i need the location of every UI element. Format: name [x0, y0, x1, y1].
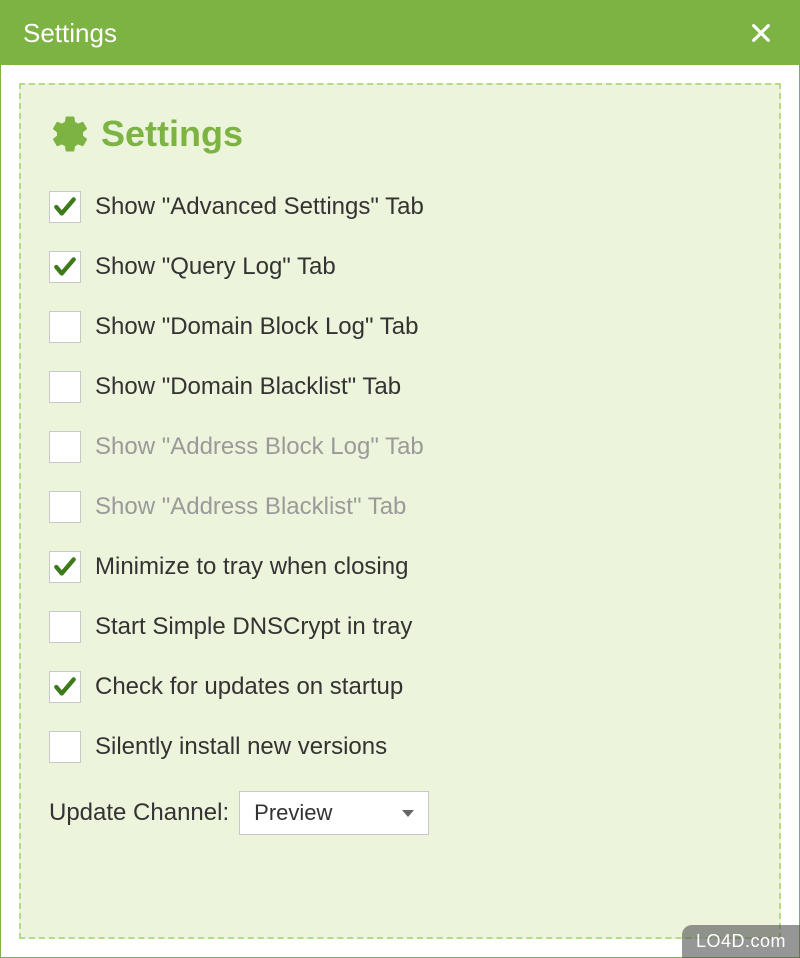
checkbox-minimize-tray[interactable] [49, 551, 81, 583]
setting-label: Check for updates on startup [95, 673, 403, 701]
checkmark-icon [52, 554, 78, 580]
setting-row: Show "Query Log" Tab [49, 237, 751, 297]
update-channel-dropdown[interactable]: Preview [239, 791, 429, 835]
checkbox-start-in-tray[interactable] [49, 611, 81, 643]
update-channel-row: Update Channel: Preview [49, 777, 751, 835]
checkbox-silent-install[interactable] [49, 731, 81, 763]
setting-row: Check for updates on startup [49, 657, 751, 717]
settings-list: Show "Advanced Settings" Tab Show "Query … [49, 177, 751, 777]
checkbox-query-log[interactable] [49, 251, 81, 283]
section-header: Settings [49, 113, 751, 155]
checkbox-address-block-log [49, 431, 81, 463]
setting-row: Silently install new versions [49, 717, 751, 777]
setting-label: Show "Query Log" Tab [95, 253, 336, 281]
update-channel-value: Preview [254, 800, 332, 826]
checkmark-icon [52, 674, 78, 700]
setting-label: Show "Domain Block Log" Tab [95, 313, 418, 341]
setting-row: Show "Address Blacklist" Tab [49, 477, 751, 537]
window-title: Settings [23, 18, 117, 49]
setting-row: Start Simple DNSCrypt in tray [49, 597, 751, 657]
setting-label: Show "Address Blacklist" Tab [95, 493, 406, 521]
gear-icon [49, 113, 91, 155]
checkbox-domain-block-log[interactable] [49, 311, 81, 343]
checkmark-icon [52, 194, 78, 220]
close-button[interactable] [745, 17, 777, 49]
setting-label: Start Simple DNSCrypt in tray [95, 613, 412, 641]
chevron-down-icon [402, 810, 414, 817]
setting-row: Show "Address Block Log" Tab [49, 417, 751, 477]
checkbox-check-updates[interactable] [49, 671, 81, 703]
setting-label: Silently install new versions [95, 733, 387, 761]
setting-label: Show "Address Block Log" Tab [95, 433, 424, 461]
settings-panel: Settings Show "Advanced Settings" TabSho… [19, 83, 781, 939]
section-title: Settings [101, 113, 243, 155]
titlebar: Settings [1, 1, 799, 65]
setting-row: Show "Domain Blacklist" Tab [49, 357, 751, 417]
setting-label: Show "Domain Blacklist" Tab [95, 373, 401, 401]
checkmark-icon [52, 254, 78, 280]
settings-window: Settings Settings Show "Advanced Setting… [0, 0, 800, 958]
setting-row: Show "Advanced Settings" Tab [49, 177, 751, 237]
checkbox-domain-blacklist[interactable] [49, 371, 81, 403]
close-icon [750, 22, 772, 44]
setting-row: Show "Domain Block Log" Tab [49, 297, 751, 357]
content-area: Settings Show "Advanced Settings" TabSho… [1, 65, 799, 957]
checkbox-advanced-settings[interactable] [49, 191, 81, 223]
checkbox-address-blacklist [49, 491, 81, 523]
setting-row: Minimize to tray when closing [49, 537, 751, 597]
update-channel-label: Update Channel: [49, 799, 229, 827]
watermark: LO4D.com [682, 925, 800, 958]
setting-label: Minimize to tray when closing [95, 553, 408, 581]
setting-label: Show "Advanced Settings" Tab [95, 193, 424, 221]
